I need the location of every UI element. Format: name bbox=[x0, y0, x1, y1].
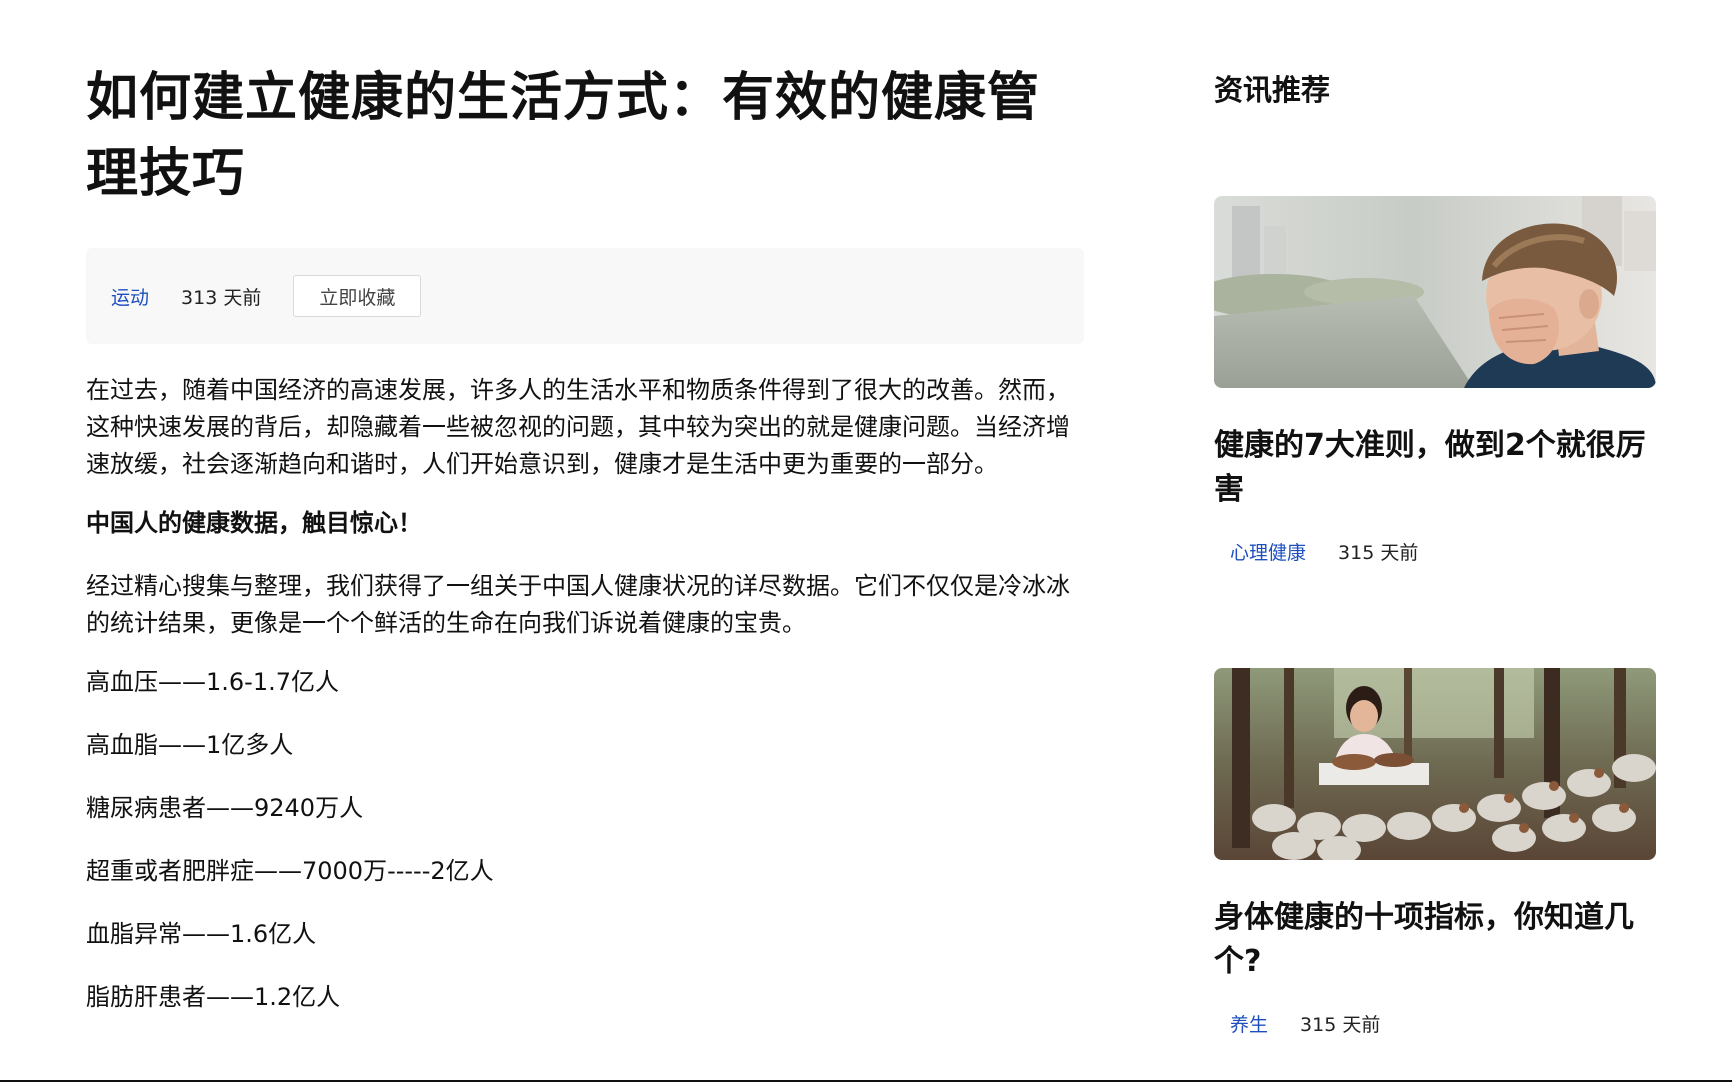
recommendation-meta: 心理健康 315 天前 bbox=[1214, 538, 1656, 565]
article-body: 在过去，随着中国经济的高速发展，许多人的生活水平和物质条件得到了很大的改善。然而… bbox=[86, 372, 1084, 1016]
article-paragraph: 在过去，随着中国经济的高速发展，许多人的生活水平和物质条件得到了很大的改善。然而… bbox=[86, 376, 1070, 478]
article-paragraph: 经过精心搜集与整理，我们获得了一组关于中国人健康状况的详尽数据。它们不仅仅是冷冰… bbox=[86, 572, 1070, 637]
recommendation-title[interactable]: 健康的7大准则，做到2个就很厉害 bbox=[1214, 424, 1656, 512]
stat-item: 高血压——1.6-1.7亿人 bbox=[86, 668, 339, 696]
article-category-tag[interactable]: 运动 bbox=[111, 283, 149, 310]
recommendation-title[interactable]: 身体健康的十项指标，你知道几个? bbox=[1214, 896, 1656, 984]
sidebar-recommendations: 资讯推荐 健康的7大准则，做到2个就很厉害 心理健康 315 天前 身体健康的十… bbox=[1214, 68, 1656, 1036]
recommendation-time: 315 天前 bbox=[1338, 542, 1419, 564]
article-meta-bar: 运动 313 天前 立即收藏 bbox=[86, 248, 1084, 344]
recommendation-tag[interactable]: 心理健康 bbox=[1230, 538, 1306, 565]
recommendation-time: 315 天前 bbox=[1300, 1014, 1381, 1036]
recommendation-card[interactable]: 身体健康的十项指标，你知道几个? 养生 315 天前 bbox=[1214, 668, 1656, 1037]
stat-item: 脂肪肝患者——1.2亿人 bbox=[86, 983, 341, 1011]
recommendation-card[interactable]: 健康的7大准则，做到2个就很厉害 心理健康 315 天前 bbox=[1214, 196, 1656, 565]
stat-item: 血脂异常——1.6亿人 bbox=[86, 920, 317, 948]
article: 如何建立健康的生活方式：有效的健康管理技巧 运动 313 天前 立即收藏 在过去… bbox=[86, 60, 1084, 1042]
sidebar-title: 资讯推荐 bbox=[1214, 73, 1331, 107]
favorite-button[interactable]: 立即收藏 bbox=[293, 275, 422, 317]
article-title: 如何建立健康的生活方式：有效的健康管理技巧 bbox=[86, 68, 1041, 204]
man-covering-face-image[interactable] bbox=[1214, 196, 1656, 388]
recommendation-meta: 养生 315 天前 bbox=[1214, 1010, 1656, 1037]
woman-mushroom-farm-image[interactable] bbox=[1214, 668, 1656, 860]
article-time: 313 天前 bbox=[181, 286, 262, 309]
page: 如何建立健康的生活方式：有效的健康管理技巧 运动 313 天前 立即收藏 在过去… bbox=[0, 0, 1732, 1082]
stat-item: 超重或者肥胖症——7000万-----2亿人 bbox=[86, 857, 494, 885]
article-subheading: 中国人的健康数据，触目惊心！ bbox=[86, 509, 422, 537]
stat-item: 糖尿病患者——9240万人 bbox=[86, 794, 364, 822]
recommendation-tag[interactable]: 养生 bbox=[1230, 1010, 1268, 1037]
stat-item: 高血脂——1亿多人 bbox=[86, 731, 294, 759]
